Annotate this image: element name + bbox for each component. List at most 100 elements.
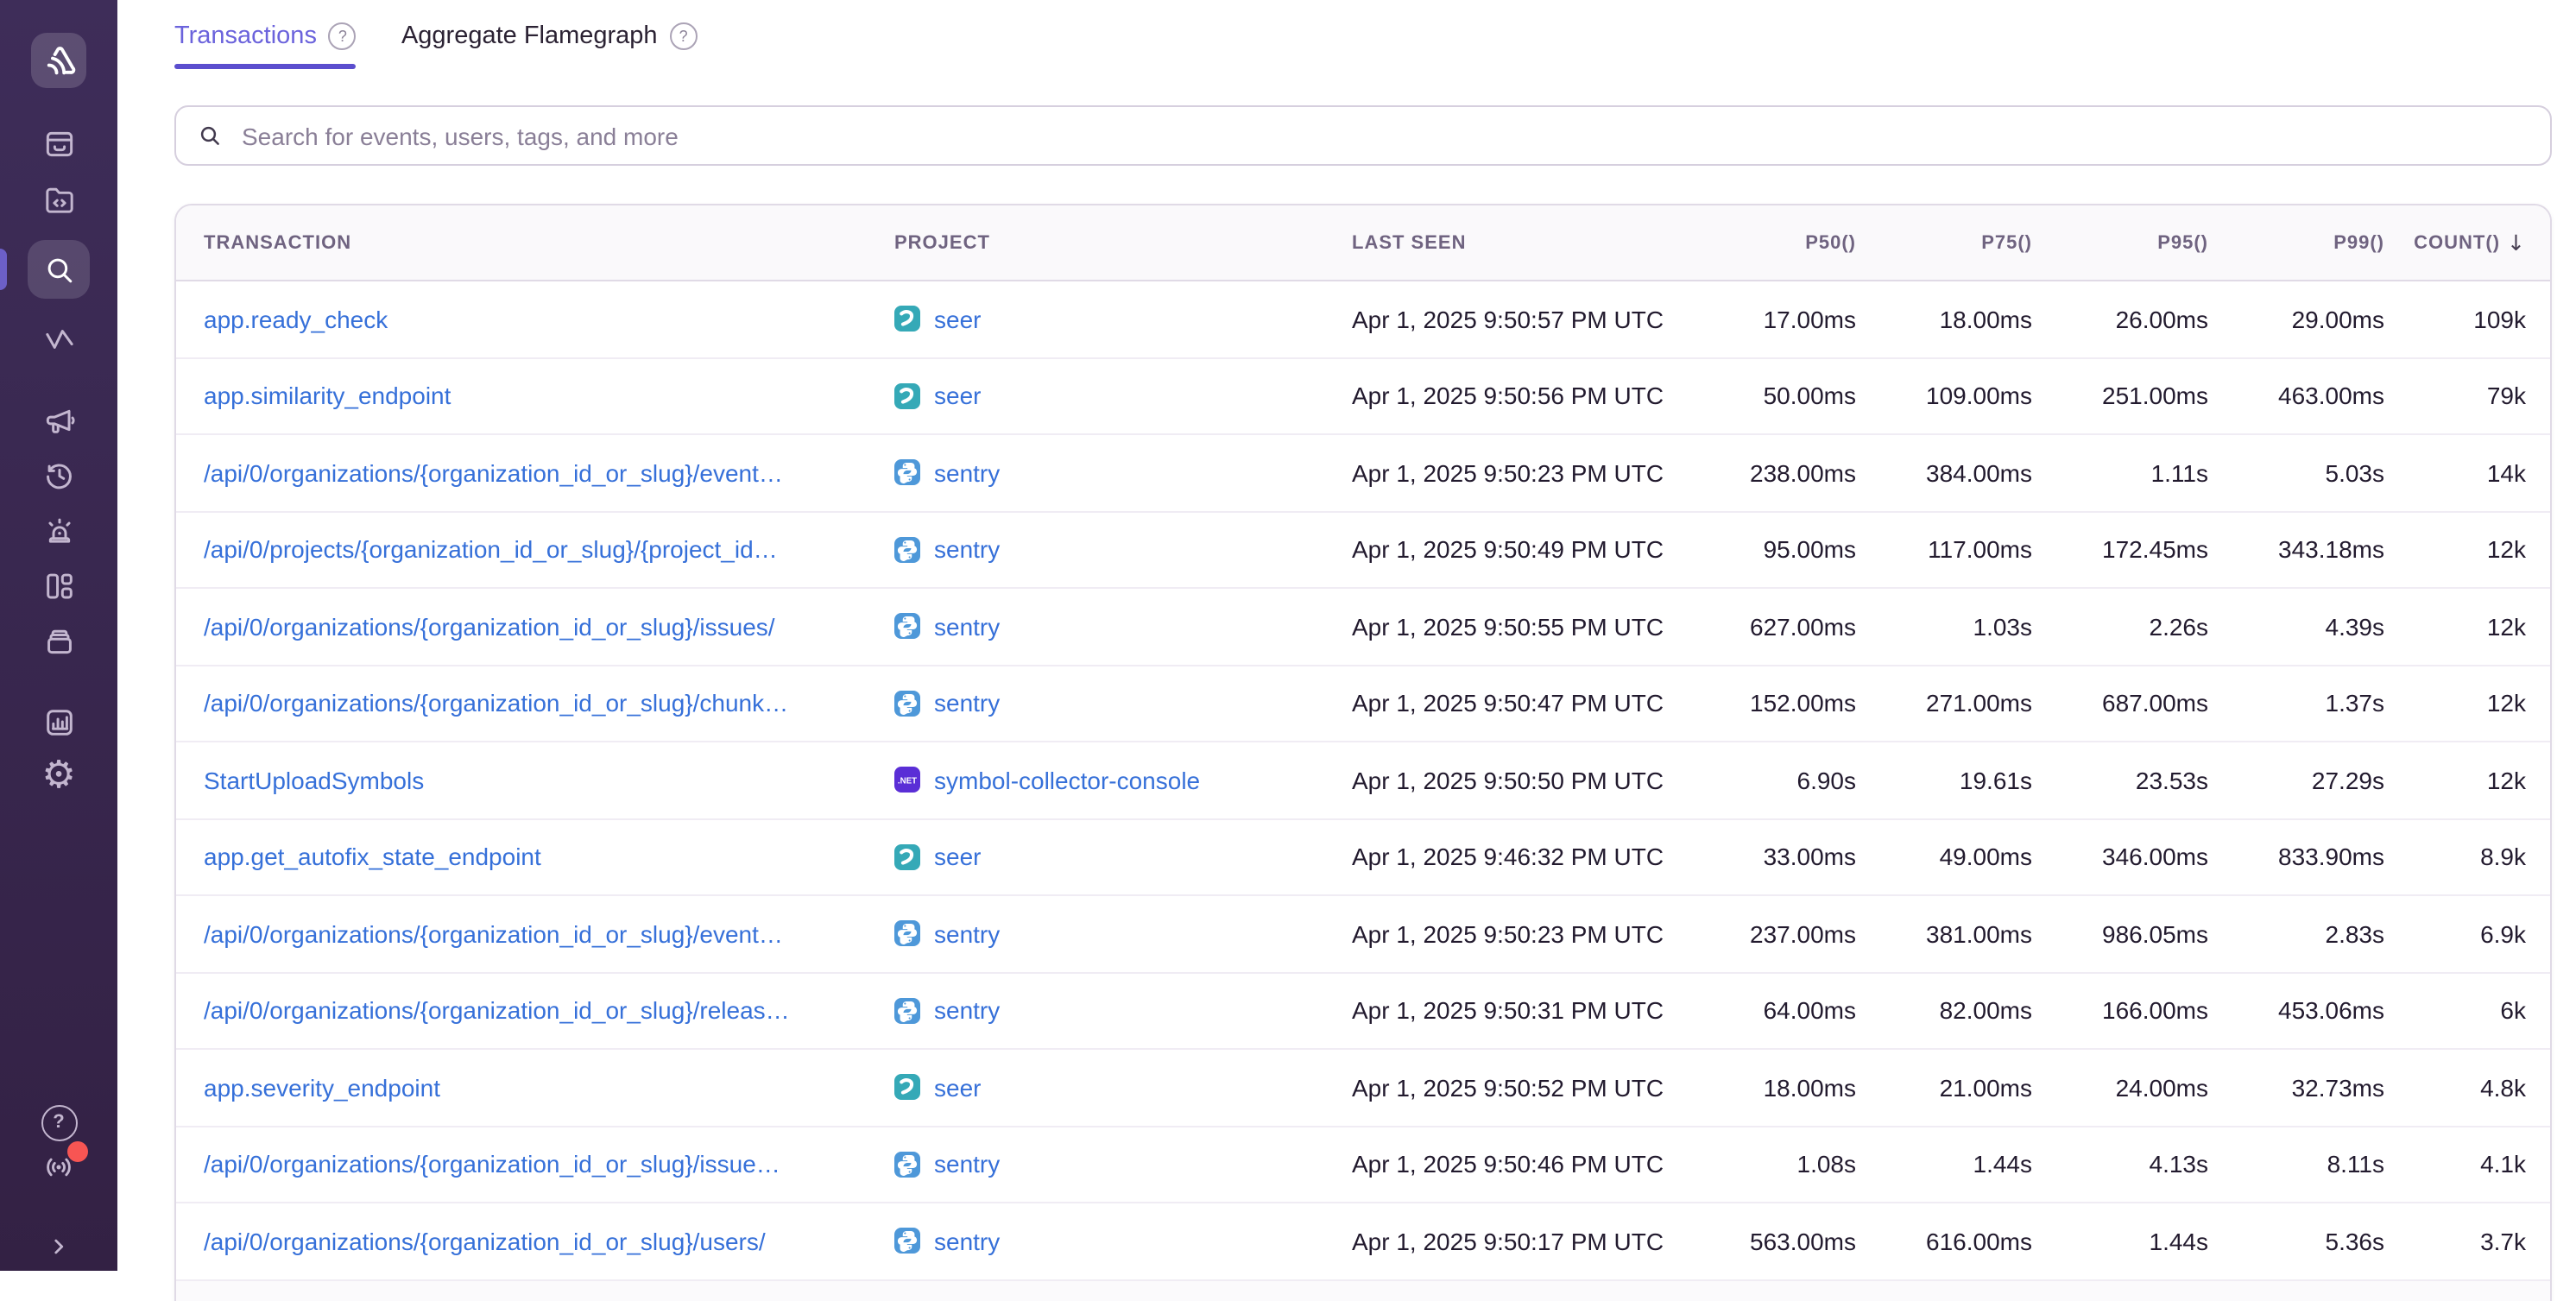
sidebar-item-settings[interactable]: ⚙ xyxy=(28,749,90,805)
transaction-link[interactable]: /api/0/organizations/{organization_id_or… xyxy=(204,613,894,641)
count-value: 6k xyxy=(2384,997,2526,1025)
p95-value: 1.44s xyxy=(2032,1228,2208,1255)
transaction-link[interactable]: app.severity_endpoint xyxy=(204,1074,894,1102)
seer-platform-icon xyxy=(894,844,920,870)
python-platform-icon xyxy=(894,1152,920,1178)
p50-value: 6.90s xyxy=(1680,767,1856,794)
sidebar-item-explore[interactable] xyxy=(28,240,90,299)
project-link[interactable]: sentry xyxy=(934,536,1000,564)
table-row: /api/0/organizations/{organization_id_or… xyxy=(176,433,2550,510)
transaction-link[interactable]: StartUploadSymbols xyxy=(204,767,894,794)
project-link[interactable]: sentry xyxy=(934,1228,1000,1255)
column-label: P95() xyxy=(2157,232,2208,253)
count-value: 12k xyxy=(2384,536,2526,564)
p99-value: 453.06ms xyxy=(2208,997,2384,1025)
question-circle-icon[interactable]: ? xyxy=(670,22,698,50)
table-row: StartUploadSymbols .NET symbol-collector-c… xyxy=(176,741,2550,818)
project-link[interactable]: seer xyxy=(934,1074,981,1102)
issues-icon xyxy=(41,125,77,161)
project-link[interactable]: sentry xyxy=(934,613,1000,641)
python-platform-icon xyxy=(894,998,920,1024)
p50-value: 64.00ms xyxy=(1680,997,1856,1025)
main-content: Transactions? Aggregate Flamegraph? TRANS… xyxy=(117,0,2576,1271)
column-header-p95[interactable]: P95() xyxy=(2032,232,2208,253)
transaction-link[interactable]: /api/0/organizations/{organization_id_or… xyxy=(204,997,894,1025)
p95-value: 251.00ms xyxy=(2032,382,2208,410)
gear-icon: ⚙ xyxy=(41,758,75,796)
tab-transactions[interactable]: Transactions? xyxy=(174,22,357,69)
column-header-project[interactable]: PROJECT xyxy=(894,232,1352,253)
last-seen-value: Apr 1, 2025 9:50:57 PM UTC xyxy=(1352,306,1680,333)
sidebar-whats-new-button[interactable] xyxy=(28,1146,90,1195)
p99-value: 29.00ms xyxy=(2208,306,2384,333)
project-link[interactable]: seer xyxy=(934,843,981,871)
transaction-link[interactable]: /api/0/organizations/{organization_id_or… xyxy=(204,459,894,487)
sidebar-item-feedback[interactable] xyxy=(28,392,90,447)
column-header-transaction[interactable]: TRANSACTION xyxy=(204,232,894,253)
transaction-link[interactable]: /api/0/organizations/{organization_id_or… xyxy=(204,1228,894,1255)
sidebar-item-projects[interactable] xyxy=(28,171,90,226)
sidebar-item-insights[interactable] xyxy=(28,694,90,749)
project-link[interactable]: sentry xyxy=(934,690,1000,717)
sidebar-collapse-button[interactable] xyxy=(28,1229,90,1271)
p95-value: 2.26s xyxy=(2032,613,2208,641)
p75-value: 18.00ms xyxy=(1856,306,2032,333)
project-link[interactable]: sentry xyxy=(934,997,1000,1025)
p95-value: 26.00ms xyxy=(2032,306,2208,333)
transaction-link[interactable]: /api/0/projects/{organization_id_or_slug… xyxy=(204,536,894,564)
help-question-icon: ? xyxy=(41,1104,77,1140)
count-value: 12k xyxy=(2384,690,2526,717)
column-header-lastseen[interactable]: LAST SEEN xyxy=(1352,232,1680,253)
sidebar-item-issues[interactable] xyxy=(28,116,90,171)
project-link[interactable]: sentry xyxy=(934,459,1000,487)
siren-icon xyxy=(41,512,77,548)
project-cell: sentry xyxy=(894,1228,1352,1255)
question-circle-icon[interactable]: ? xyxy=(329,22,357,50)
app-window: ⚙ ? Transactions? Aggregate Flamegraph? T… xyxy=(0,0,2576,1271)
project-link[interactable]: seer xyxy=(934,382,981,410)
chevron-right-icon xyxy=(45,1232,73,1268)
project-link[interactable]: sentry xyxy=(934,1151,1000,1178)
sidebar-item-dashboards[interactable] xyxy=(28,558,90,613)
sidebar-item-alerts[interactable] xyxy=(28,502,90,558)
p75-value: 616.00ms xyxy=(1856,1228,2032,1255)
count-value: 12k xyxy=(2384,767,2526,794)
sidebar-item-releases[interactable] xyxy=(28,613,90,668)
table-row: app.severity_endpointseerApr 1, 2025 9:5… xyxy=(176,1048,2550,1125)
sentry-logo[interactable] xyxy=(31,33,86,88)
project-cell: seer xyxy=(894,843,1352,871)
p75-value: 1.03s xyxy=(1856,613,2032,641)
p99-value: 833.90ms xyxy=(2208,843,2384,871)
project-link[interactable]: seer xyxy=(934,306,981,333)
transaction-link[interactable]: /api/0/organizations/{organization_id_or… xyxy=(204,920,894,948)
last-seen-value: Apr 1, 2025 9:50:49 PM UTC xyxy=(1352,536,1680,564)
transaction-link[interactable]: app.similarity_endpoint xyxy=(204,382,894,410)
sidebar-item-stats[interactable] xyxy=(28,311,90,366)
column-header-p75[interactable]: P75() xyxy=(1856,232,2032,253)
seer-platform-icon xyxy=(894,1075,920,1101)
project-link[interactable]: symbol-collector-console xyxy=(934,767,1200,794)
transaction-link[interactable]: /api/0/organizations/{organization_id_or… xyxy=(204,690,894,717)
sidebar-help-button[interactable]: ? xyxy=(28,1098,90,1146)
p95-value: 23.53s xyxy=(2032,767,2208,794)
transaction-link[interactable]: app.get_autofix_state_endpoint xyxy=(204,843,894,871)
p99-value: 1.37s xyxy=(2208,690,2384,717)
column-header-p99[interactable]: P99() xyxy=(2208,232,2384,253)
table-row: /api/0/organizations/{organization_id_or… xyxy=(176,1125,2550,1202)
column-header-p50[interactable]: P50() xyxy=(1680,232,1856,253)
transaction-link[interactable]: app.ready_check xyxy=(204,306,894,333)
p99-value: 2.83s xyxy=(2208,920,2384,948)
search-input[interactable] xyxy=(238,120,2529,151)
p95-value: 1.11s xyxy=(2032,459,2208,487)
p50-value: 238.00ms xyxy=(1680,459,1856,487)
project-link[interactable]: sentry xyxy=(934,920,1000,948)
transaction-link[interactable]: /api/0/organizations/{organization_id_or… xyxy=(204,1151,894,1178)
tab-aggregate-flamegraph[interactable]: Aggregate Flamegraph? xyxy=(401,22,698,69)
archive-box-icon xyxy=(41,622,77,659)
svg-text:.NET: .NET xyxy=(898,777,917,786)
sidebar-item-replays[interactable] xyxy=(28,447,90,502)
table-row: app.ready_check seer Apr 1, 2025 9:50:57 P… xyxy=(176,281,2550,357)
column-header-count[interactable]: COUNT()↓ xyxy=(2384,230,2526,256)
sidebar-nav: ⚙ xyxy=(0,116,117,805)
project-cell: .NET symbol-collector-console xyxy=(894,767,1352,794)
